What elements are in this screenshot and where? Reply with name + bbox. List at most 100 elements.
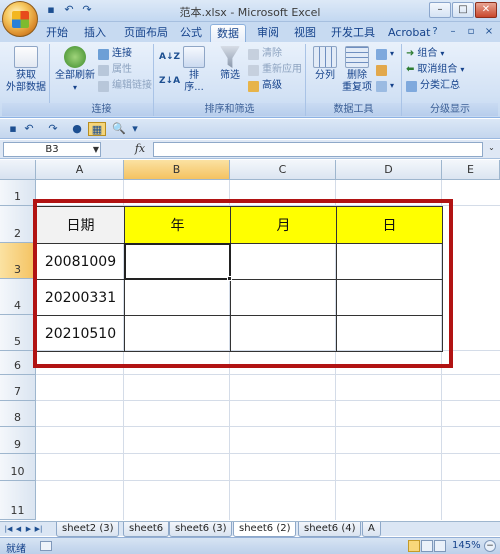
tab-home[interactable]: 开始 — [40, 24, 74, 42]
cell-d4[interactable] — [336, 279, 443, 316]
expand-formula-bar-icon[interactable]: ⌄ — [486, 143, 497, 155]
last-sheet-icon[interactable]: ▶| — [34, 523, 43, 535]
normal-view-icon[interactable] — [408, 540, 420, 552]
sheet-tab-active[interactable]: sheet6 (2) — [233, 522, 297, 537]
redo-icon[interactable]: ↷ — [46, 122, 60, 136]
name-box[interactable]: B3 ▼ — [3, 142, 101, 157]
tab-data[interactable]: 数据 — [210, 24, 246, 42]
tab-review[interactable]: 审阅 — [251, 24, 285, 42]
sheet-tab[interactable]: A — [362, 522, 381, 537]
row-header-11[interactable]: 11 — [0, 481, 36, 520]
row-header-8[interactable]: 8 — [0, 401, 36, 427]
close-workbook-icon[interactable]: × — [482, 25, 496, 39]
restore-window-icon[interactable]: ▫ — [464, 25, 478, 39]
row-header-5[interactable]: 5 — [0, 315, 36, 351]
select-all-corner[interactable] — [0, 160, 36, 180]
zoom-out-icon[interactable]: − — [484, 540, 496, 552]
text-to-columns-button[interactable]: 分列 — [310, 46, 340, 82]
cell-a2[interactable]: 日期 — [36, 206, 125, 244]
data-validation-button[interactable]: ▾ — [376, 47, 394, 61]
title-bar: ▪ ↶ ↷ 范本.xlsx - Microsoft Excel – □ ✕ — [0, 0, 500, 22]
sheet-tab[interactable]: sheet6 (3) — [169, 522, 233, 537]
cell-c5[interactable] — [230, 315, 337, 352]
tab-insert[interactable]: 插入 — [78, 24, 112, 42]
page-break-view-icon[interactable] — [434, 540, 446, 552]
zoom-level[interactable]: 145% — [452, 540, 481, 551]
formula-input[interactable] — [153, 142, 483, 157]
row-header-4[interactable]: 4 — [0, 279, 36, 315]
row-header-2[interactable]: 2 — [0, 206, 36, 243]
column-header-b[interactable]: B — [124, 160, 230, 180]
get-external-data-button[interactable]: 获取 外部数据 — [6, 46, 46, 94]
sheet-tab[interactable]: sheet6 (4) — [298, 522, 362, 537]
column-header-a[interactable]: A — [36, 160, 124, 180]
cell-d2[interactable]: 日 — [336, 206, 443, 244]
advanced-filter-button[interactable]: 高级 — [248, 79, 282, 93]
refresh-all-button[interactable]: 全部刷新 ▾ — [54, 46, 96, 94]
macro-record-icon[interactable] — [40, 541, 52, 551]
sheet-tab[interactable]: sheet2 (3) — [56, 522, 120, 537]
sheet-tab[interactable]: sheet6 — [123, 522, 170, 537]
data-form-icon[interactable]: ▦ — [88, 122, 106, 136]
circle-icon[interactable]: ● — [70, 122, 84, 136]
column-header-e[interactable]: E — [442, 160, 500, 180]
tab-developer[interactable]: 开发工具 — [325, 24, 381, 42]
close-button[interactable]: ✕ — [475, 2, 497, 18]
tab-formulas[interactable]: 公式 — [174, 24, 208, 42]
help-icon[interactable]: ? — [428, 25, 442, 39]
cell-c3[interactable] — [230, 243, 337, 280]
what-if-button[interactable]: ▾ — [376, 79, 394, 93]
row-header-7[interactable]: 7 — [0, 375, 36, 401]
clear-button[interactable]: 清除 — [248, 47, 282, 61]
cell-c4[interactable] — [230, 279, 337, 316]
sort-descending-button[interactable]: Z↓A — [159, 74, 180, 88]
column-header-c[interactable]: C — [230, 160, 336, 180]
subtotal-button[interactable]: 分类汇总 — [406, 79, 460, 93]
undo-icon[interactable]: ↶ — [22, 122, 36, 136]
first-sheet-icon[interactable]: |◀ — [4, 523, 13, 535]
save-icon[interactable]: ▪ — [6, 122, 20, 136]
maximize-button[interactable]: □ — [452, 2, 474, 18]
row-header-1[interactable]: 1 — [0, 180, 36, 206]
group-button[interactable]: ➜ 组合 ▾ — [406, 47, 444, 61]
cell-b3[interactable] — [124, 243, 231, 280]
edit-links-button[interactable]: 编辑链接 — [98, 79, 152, 93]
insert-function-button[interactable]: fx — [128, 142, 152, 157]
cell-d3[interactable] — [336, 243, 443, 280]
prev-sheet-icon[interactable]: ◀ — [14, 523, 23, 535]
minimize-window-icon[interactable]: – — [446, 25, 460, 39]
properties-button[interactable]: 属性 — [98, 63, 132, 77]
row-header-6[interactable]: 6 — [0, 351, 36, 375]
row-header-3[interactable]: 3 — [0, 243, 36, 279]
cell-a4[interactable]: 20200331 — [36, 279, 125, 316]
office-button[interactable] — [2, 1, 38, 37]
page-layout-view-icon[interactable] — [421, 540, 433, 552]
consolidate-button[interactable] — [376, 63, 387, 77]
reapply-button[interactable]: 重新应用 — [248, 63, 302, 77]
ungroup-button[interactable]: ⬅ 取消组合 ▾ — [406, 63, 464, 77]
tab-page-layout[interactable]: 页面布局 — [118, 24, 174, 42]
sort-ascending-button[interactable]: A↓Z — [159, 50, 180, 64]
cell-a5[interactable]: 20210510 — [36, 315, 125, 352]
cell-b5[interactable] — [124, 315, 231, 352]
cell-b2[interactable]: 年 — [124, 206, 231, 244]
cell-b4[interactable] — [124, 279, 231, 316]
filter-button[interactable]: 筛选 — [216, 46, 244, 82]
row-header-10[interactable]: 10 — [0, 454, 36, 481]
customize-qat-icon[interactable]: ▾ — [128, 122, 142, 136]
sort-button[interactable]: 排序... — [180, 46, 208, 94]
cell-a3[interactable]: 20081009 — [36, 243, 125, 280]
cell-c2[interactable]: 月 — [230, 206, 337, 244]
connections-button[interactable]: 连接 — [98, 47, 132, 61]
remove-duplicates-button[interactable]: 删除 重复项 — [342, 46, 372, 94]
print-preview-icon[interactable]: 🔍 — [112, 122, 126, 136]
tab-view[interactable]: 视图 — [288, 24, 322, 42]
fill-handle[interactable] — [227, 276, 232, 281]
next-sheet-icon[interactable]: ▶ — [24, 523, 33, 535]
minimize-button[interactable]: – — [429, 2, 451, 18]
cell-d5[interactable] — [336, 315, 443, 352]
name-box-dropdown-icon[interactable]: ▼ — [93, 143, 99, 156]
worksheet-grid[interactable]: A B C D E 1 2 3 4 5 6 7 8 9 10 11 日期 年 月… — [0, 160, 500, 520]
column-header-d[interactable]: D — [336, 160, 442, 180]
row-header-9[interactable]: 9 — [0, 427, 36, 454]
